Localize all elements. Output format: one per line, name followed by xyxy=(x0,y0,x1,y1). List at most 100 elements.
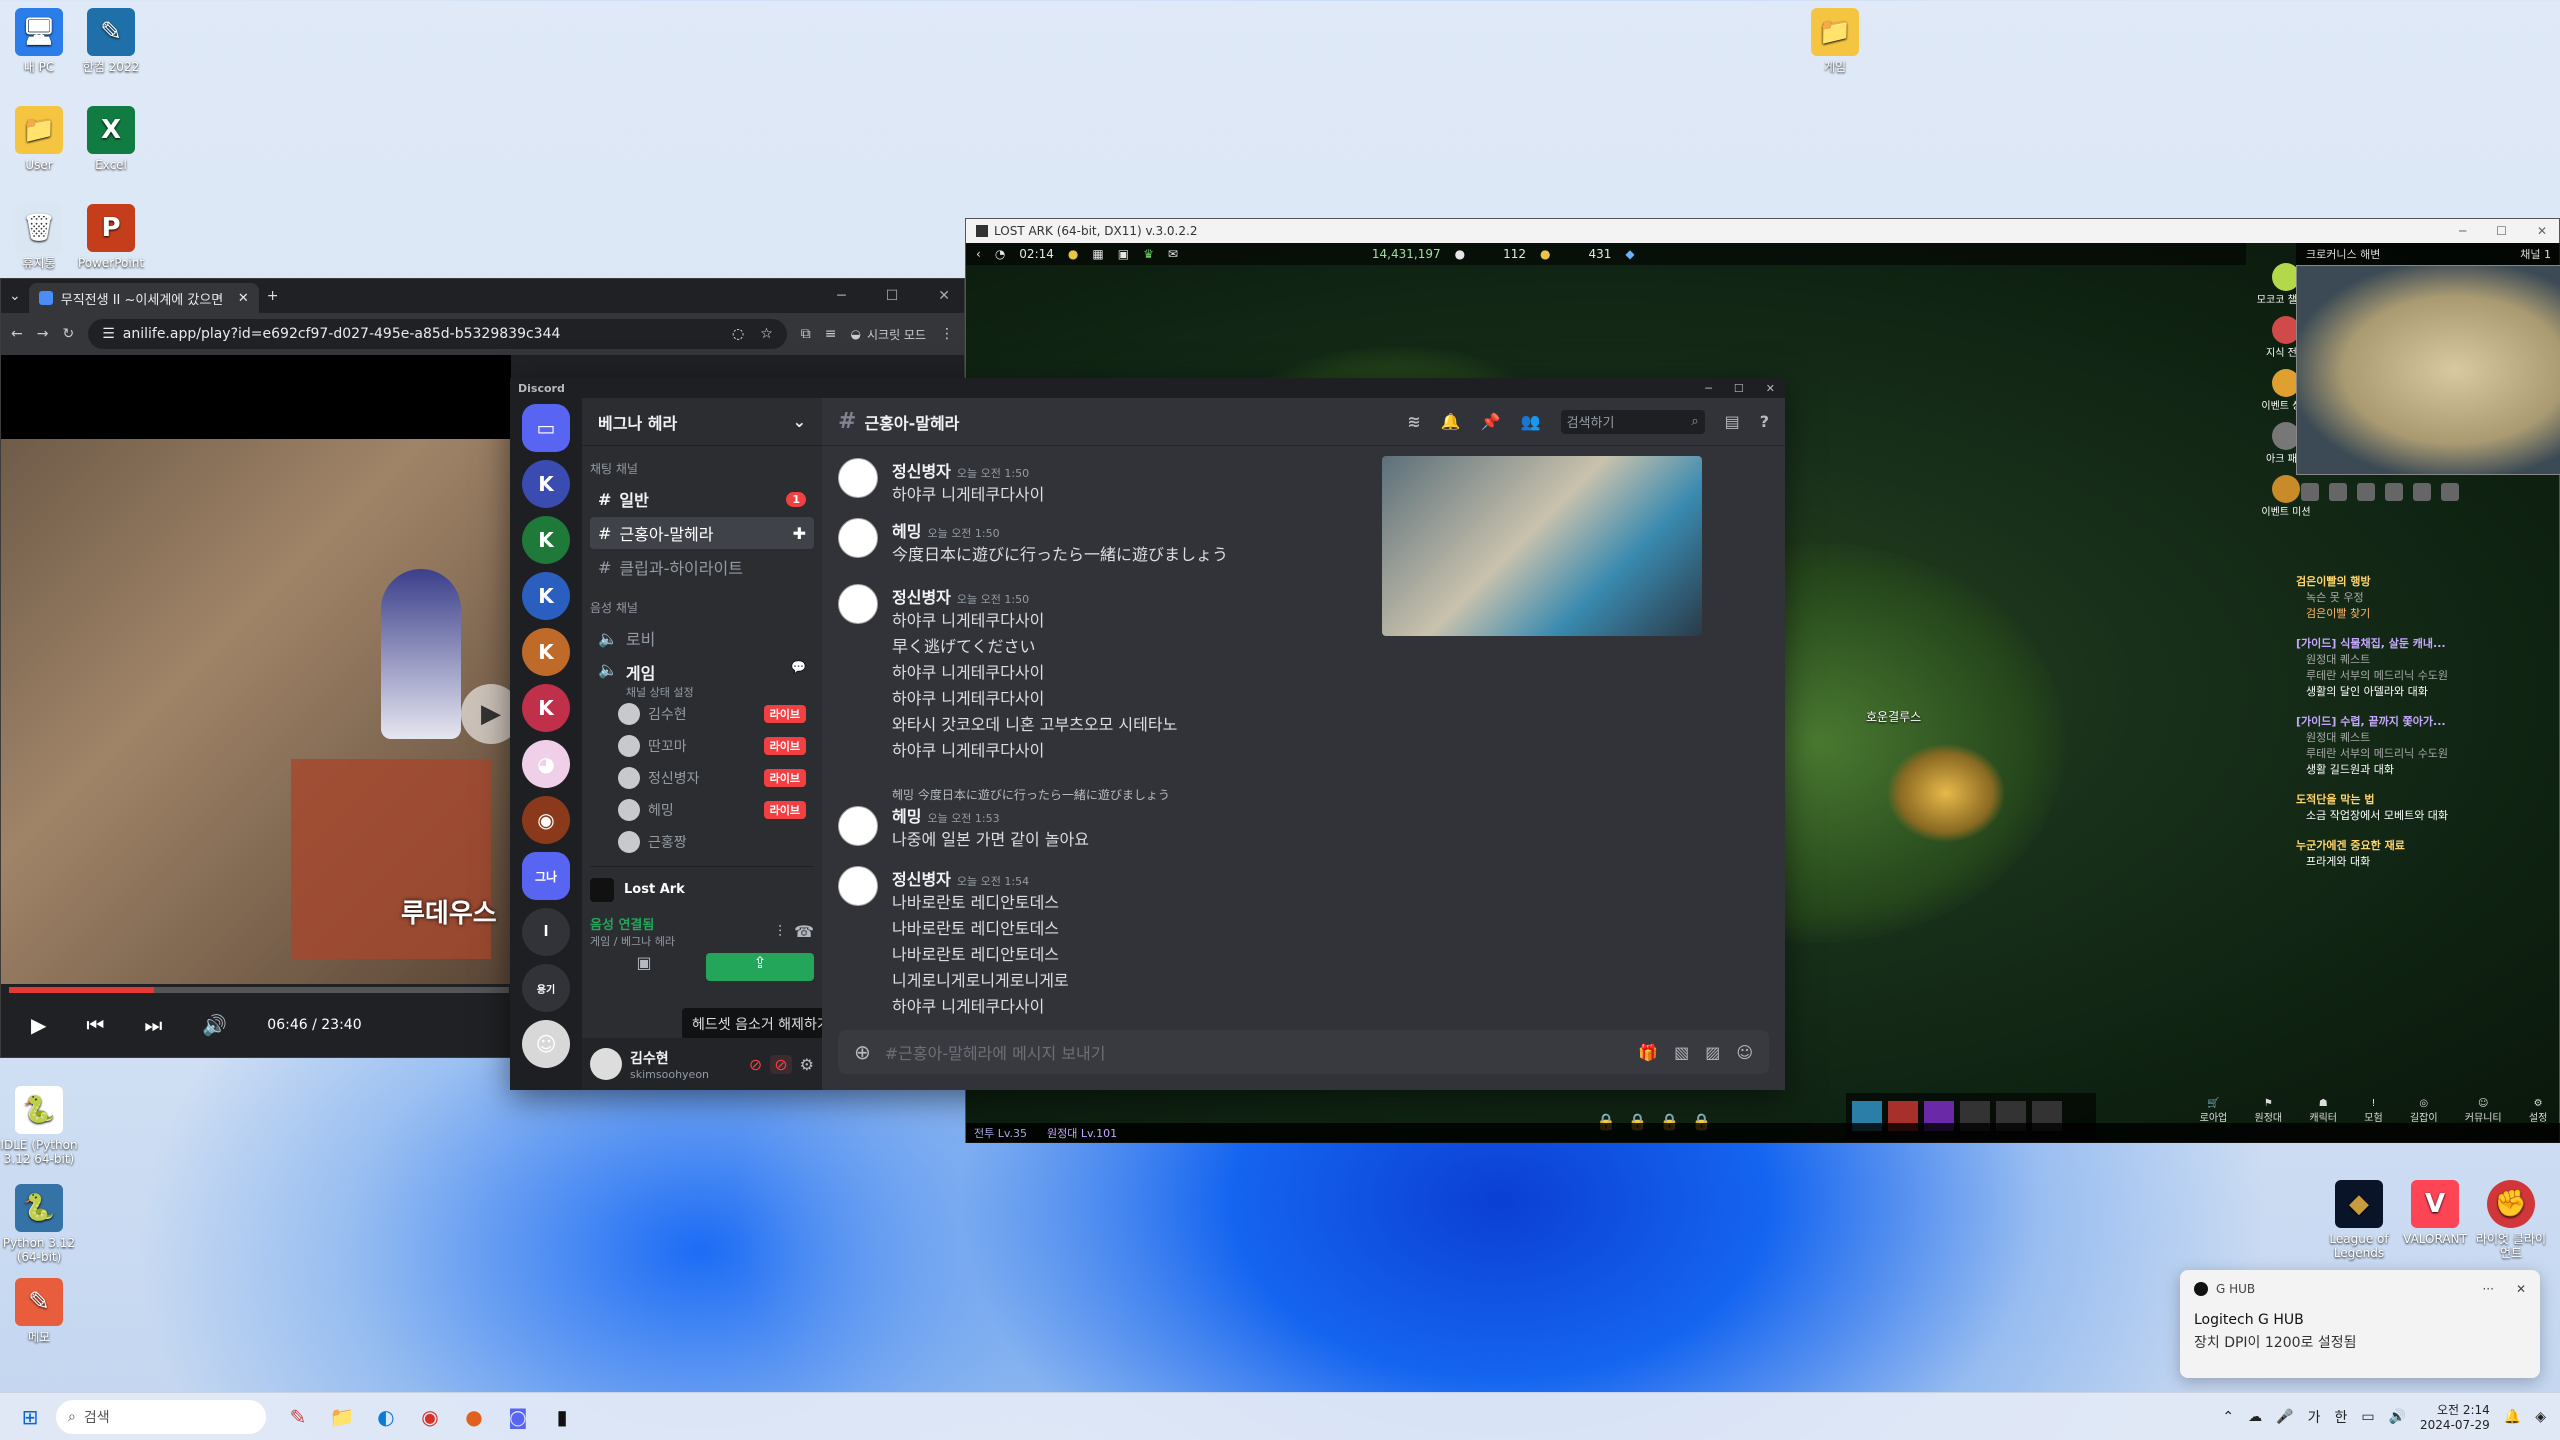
inbox-icon[interactable]: ▤ xyxy=(1725,412,1740,431)
camera-icon[interactable]: ▣ xyxy=(1118,247,1129,261)
gif-icon[interactable]: ▧ xyxy=(1674,1043,1689,1062)
cloud-icon[interactable]: ☁ xyxy=(2248,1409,2262,1425)
file-explorer-icon[interactable]: 📁 xyxy=(322,1397,362,1437)
desktop-icon-memo[interactable]: ✎ 메모 xyxy=(0,1278,78,1344)
eye-off-icon[interactable]: ◌ xyxy=(732,326,744,342)
server-icon[interactable]: ◕ xyxy=(522,740,570,788)
chrome-icon[interactable]: ◉ xyxy=(410,1397,450,1437)
server-icon[interactable]: l xyxy=(522,908,570,956)
close-icon[interactable]: ✕ xyxy=(2537,224,2547,238)
server-icon[interactable]: K xyxy=(522,684,570,732)
volume-icon[interactable]: 🔊 xyxy=(202,1013,227,1037)
back-arrow-icon[interactable]: ‹ xyxy=(976,247,981,261)
calendar-icon[interactable]: ▦ xyxy=(1092,247,1103,261)
crown-icon[interactable]: ♛ xyxy=(1143,247,1154,261)
play-icon[interactable]: ▶ xyxy=(31,1013,46,1037)
desktop-icon-valorant[interactable]: V VALORANT xyxy=(2396,1180,2474,1246)
mic-muted-icon[interactable]: ⊘ xyxy=(749,1055,762,1074)
minimap-tool-icon[interactable] xyxy=(2357,483,2375,501)
desktop-icon-riot-client[interactable]: ✊ 라이엇 클라이언트 xyxy=(2472,1180,2550,1260)
clock[interactable]: 오전 2:14 2024-07-29 xyxy=(2420,1401,2490,1432)
minimap-tool-icon[interactable] xyxy=(2385,483,2403,501)
back-icon[interactable]: ← xyxy=(11,326,23,342)
voice-channel-lobby[interactable]: 🔈 로비 xyxy=(590,622,814,654)
video-progress-track[interactable] xyxy=(9,987,509,993)
network-icon[interactable]: ▭ xyxy=(2361,1409,2374,1425)
desktop-icon-user-folder[interactable]: 📁 User xyxy=(0,106,78,172)
message[interactable]: 정신병자 오늘 오전 1:50 하야쿠 니게테쿠다사이 早く逃げてください 하야쿠… xyxy=(838,584,1177,764)
site-info-icon[interactable]: ☰ xyxy=(102,326,115,342)
minimize-icon[interactable]: ─ xyxy=(2459,224,2466,238)
server-icon-active[interactable]: 그나 xyxy=(522,852,570,900)
server-header[interactable]: 베그나 헤라 ⌄ xyxy=(582,398,822,446)
minimize-icon[interactable]: ─ xyxy=(837,288,845,304)
maximize-icon[interactable]: ☐ xyxy=(2496,224,2507,238)
composer-input[interactable]: #근홍아-말헤라에 메시지 보내기 xyxy=(885,1040,1106,1064)
server-icon[interactable]: K xyxy=(522,460,570,508)
screenshot-attachment[interactable] xyxy=(1382,456,1702,636)
skip-back-icon[interactable]: ⏮ xyxy=(86,1013,104,1037)
channel-general[interactable]: # 일반 1 xyxy=(590,483,814,515)
message-composer[interactable]: ⊕ #근홍아-말헤라에 메시지 보내기 🎁 ▧ ▨ ☺ xyxy=(838,1030,1769,1074)
reload-icon[interactable]: ↻ xyxy=(62,326,74,342)
browser-tab[interactable]: 무직전생 II ~이세계에 갔으면 ✕ xyxy=(28,283,259,313)
channel-clips[interactable]: # 클립과-하이라이트 xyxy=(590,551,814,583)
camera-off-icon[interactable]: ▣ xyxy=(590,953,698,981)
notepad-icon[interactable]: ✎ xyxy=(278,1397,318,1437)
message-reply[interactable]: 헤밍 今度日本に遊びに行ったら一緒に遊びましょう 헤밍 오늘 오전 1:53 나중… xyxy=(838,786,1170,853)
minimap-tool-icon[interactable] xyxy=(2441,483,2459,501)
new-tab-icon[interactable]: + xyxy=(267,288,279,304)
bell-icon[interactable]: 🔔 xyxy=(1441,412,1461,431)
close-icon[interactable]: ✕ xyxy=(1766,382,1775,395)
screen-share-icon[interactable]: ⇪ xyxy=(706,953,814,981)
maximize-icon[interactable]: ☐ xyxy=(886,288,899,304)
message[interactable]: 정신병자 오늘 오전 1:54 나바로란토 레디안토데스 나바로란토 레디안토데스… xyxy=(838,866,1069,1020)
server-icon[interactable]: ▭ xyxy=(522,404,570,452)
voice-user[interactable]: 근홍짱 xyxy=(618,826,814,858)
headset-muted-icon[interactable]: ⊘ xyxy=(770,1054,792,1074)
start-icon[interactable]: ⊞ xyxy=(10,1397,50,1437)
search-box[interactable]: ⌕ 검색 xyxy=(56,1399,266,1434)
skip-forward-icon[interactable]: ⏭ xyxy=(144,1013,162,1037)
mail-icon[interactable]: ✉ xyxy=(1168,247,1178,261)
desktop-icon-hancom[interactable]: ✎ 한컴 2022 xyxy=(72,8,150,74)
add-member-icon[interactable]: ✚ xyxy=(793,524,806,543)
forward-icon[interactable]: → xyxy=(37,326,49,342)
category-voice[interactable]: 음성 채널 xyxy=(582,585,822,620)
activity-panel[interactable]: Lost Ark xyxy=(590,866,814,906)
close-icon[interactable]: ✕ xyxy=(238,291,249,306)
members-icon[interactable]: 👥 xyxy=(1521,412,1541,431)
avatar[interactable] xyxy=(590,1048,622,1080)
tab-list-icon[interactable]: ⌄ xyxy=(9,288,21,304)
minimap-tool-icon[interactable] xyxy=(2329,483,2347,501)
notification-toast[interactable]: G HUB ··· ✕ Logitech G HUB 장치 DPI이 1200로… xyxy=(2180,1270,2540,1378)
desktop-icon-idle[interactable]: 🐍 IDLE (Python 3.12 64-bit) xyxy=(0,1086,78,1166)
desktop-icon-python[interactable]: 🐍 Python 3.12 (64-bit) xyxy=(0,1184,78,1264)
sticker-icon[interactable]: ▨ xyxy=(1705,1043,1720,1062)
channel-selected[interactable]: # 근홍아-말헤라 ✚ xyxy=(590,517,814,549)
gift-icon[interactable]: 🎁 xyxy=(1638,1043,1658,1062)
reading-list-icon[interactable]: ≡ xyxy=(825,326,837,342)
close-icon[interactable]: ✕ xyxy=(2516,1282,2526,1296)
help-icon[interactable]: ? xyxy=(1760,412,1769,431)
server-icon[interactable]: 용기 xyxy=(522,964,570,1012)
mic-icon[interactable]: 🎤 xyxy=(2276,1409,2293,1425)
disconnect-icon[interactable]: ☎ xyxy=(794,922,814,941)
discord-taskbar-icon[interactable]: ◙ xyxy=(498,1397,538,1437)
desktop-icon-excel[interactable]: X Excel xyxy=(72,106,150,172)
desktop-icon-recycle-bin[interactable]: 🗑 휴지통 xyxy=(0,204,78,270)
channel-select[interactable]: 채널 1 xyxy=(2520,246,2551,262)
minimize-icon[interactable]: ─ xyxy=(1705,382,1712,395)
star-icon[interactable]: ☆ xyxy=(760,326,773,342)
minimap-tool-icon[interactable] xyxy=(2301,483,2319,501)
notification-bell-icon[interactable]: 🔔 xyxy=(2504,1409,2521,1425)
server-icon[interactable]: ◉ xyxy=(522,796,570,844)
more-icon[interactable]: ··· xyxy=(2482,1282,2493,1296)
server-icon[interactable]: K xyxy=(522,572,570,620)
voice-user[interactable]: 딴꼬마 라이브 xyxy=(618,730,814,762)
quest-entry[interactable]: 누군가에겐 중요한 재료 프라게와 대화 xyxy=(2296,837,2556,869)
desktop-icon-league-of-legends[interactable]: ◆ League of Legends xyxy=(2320,1180,2398,1260)
quest-entry[interactable]: 도적단을 막는 법 소금 작업장에서 모베트와 대화 xyxy=(2296,791,2556,823)
maximize-icon[interactable]: ☐ xyxy=(1734,382,1744,395)
desktop-icon-games-folder[interactable]: 📁 게임 xyxy=(1796,8,1874,74)
